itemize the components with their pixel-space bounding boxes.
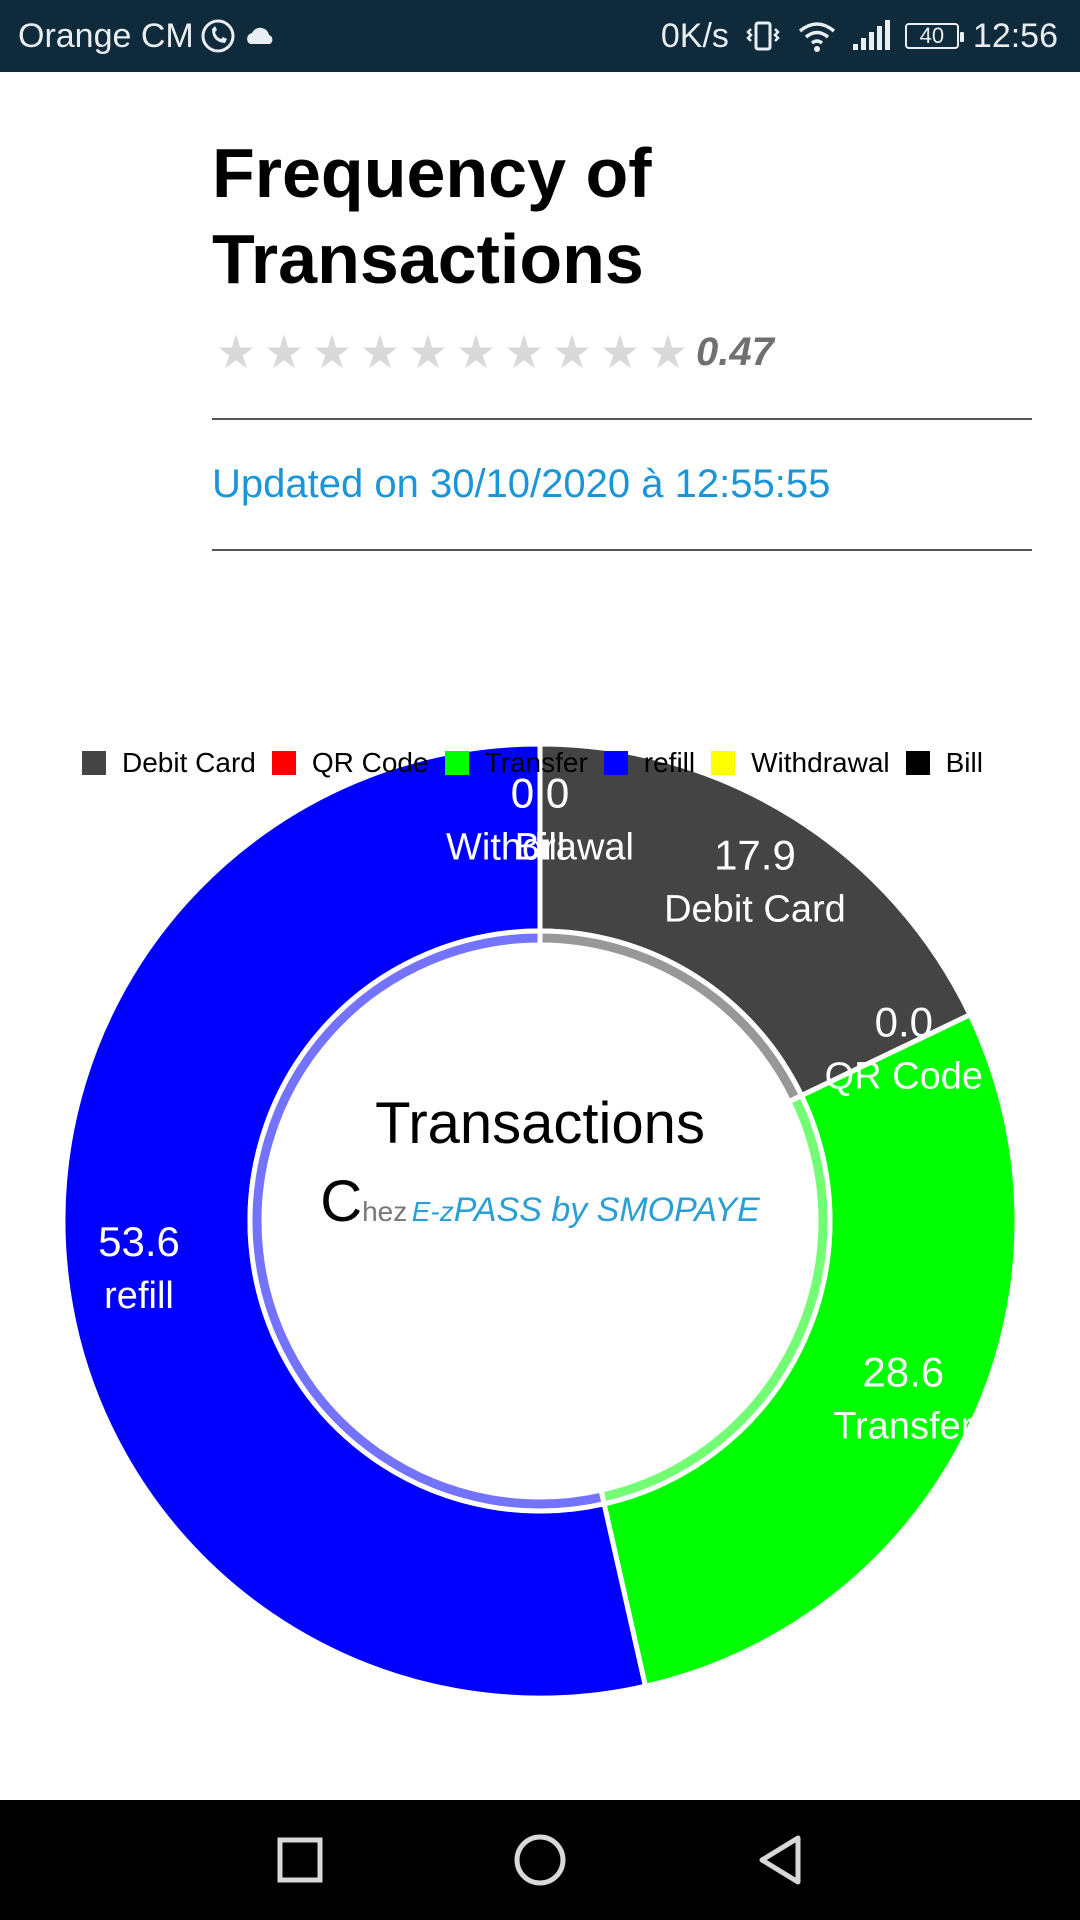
battery-icon: 40 — [904, 23, 964, 49]
legend-label: Bill — [945, 747, 983, 778]
brand-name: PASS by SMOPAYE — [453, 1191, 760, 1229]
legend-item: Transfer — [444, 747, 588, 779]
slice-value-label: 0.0 — [875, 998, 933, 1045]
legend-swatch — [444, 751, 469, 775]
legend-item: Debit Card — [82, 747, 256, 779]
back-button[interactable] — [660, 1800, 900, 1920]
center-subtitle-rest: hez — [362, 1196, 408, 1227]
star-icon: ★ — [407, 326, 449, 378]
page-title-line1: Frequency of — [212, 134, 652, 212]
center-subtitle-c: C — [320, 1169, 363, 1234]
star-icon: ★ — [503, 326, 545, 378]
chart-legend: Debit Card QR Code Transfer refill Withdrawa… — [82, 742, 999, 784]
divider — [212, 418, 1032, 420]
legend-swatch — [905, 751, 930, 775]
legend-swatch — [271, 751, 296, 775]
home-icon — [514, 1834, 566, 1886]
slice-value-label: 28.6 — [862, 1349, 944, 1396]
slice-category-label: refill — [104, 1275, 174, 1317]
status-bar: Orange CM 0K/s 40 12:56 — [0, 0, 1080, 72]
star-icon: ★ — [263, 326, 305, 378]
legend-label: QR Code — [311, 747, 429, 778]
wifi-icon — [797, 19, 837, 53]
divider — [212, 549, 1032, 551]
legend-label: Transfer — [484, 747, 588, 778]
slice-value-label: 17.9 — [714, 832, 796, 879]
legend-label: refill — [643, 747, 696, 778]
recent-apps-button[interactable] — [180, 1800, 420, 1920]
clock: 12:56 — [972, 16, 1058, 55]
star-icon: ★ — [455, 326, 497, 378]
chart-center-subtitle: Chez E-zPASS by SMOPAYE — [0, 1168, 1080, 1235]
star-icon: ★ — [599, 326, 641, 378]
page-title-line2: Transactions — [212, 220, 644, 298]
star-icon: ★ — [647, 326, 689, 378]
star-icon: ★ — [311, 326, 353, 378]
legend-swatch — [711, 751, 736, 775]
back-icon — [759, 1835, 801, 1885]
navigation-bar — [0, 1800, 1080, 1920]
slice-category-label: Bill — [515, 827, 566, 869]
rating-value: 0.47 — [696, 329, 774, 374]
star-icon: ★ — [359, 326, 401, 378]
star-icon: ★ — [215, 326, 257, 378]
slice-category-label: Debit Card — [664, 889, 846, 931]
slice-category-label: Transfer — [833, 1406, 973, 1448]
star-icon: ★ — [551, 326, 593, 378]
brand-prefix: E-z — [411, 1196, 454, 1227]
network-speed: 0K/s — [660, 16, 729, 55]
legend-label: Debit Card — [122, 747, 256, 778]
signal-icon — [851, 20, 891, 52]
legend-item: refill — [603, 747, 696, 779]
cloud-icon — [242, 22, 278, 50]
updated-timestamp: Updated on 30/10/2020 à 12:55:55 — [212, 462, 831, 506]
carrier-name: Orange CM — [18, 16, 194, 55]
battery-level: 40 — [919, 23, 945, 48]
phone-call-icon — [200, 18, 236, 54]
home-button[interactable] — [420, 1800, 660, 1920]
legend-swatch — [82, 751, 106, 775]
legend-item: Bill — [905, 747, 983, 779]
rating-bar: ★ ★ ★ ★ ★ ★ ★ ★ ★ ★ 0.47 — [212, 322, 774, 382]
page-title: Frequency of Transactions — [212, 130, 912, 302]
legend-swatch — [603, 751, 628, 775]
legend-label: Withdrawal — [751, 747, 890, 778]
recent-apps-icon — [277, 1837, 323, 1883]
legend-item: QR Code — [271, 747, 429, 779]
chart-center-title: Transactions — [375, 1091, 705, 1156]
legend-item: Withdrawal — [711, 747, 890, 779]
vibrate-icon — [743, 19, 783, 53]
